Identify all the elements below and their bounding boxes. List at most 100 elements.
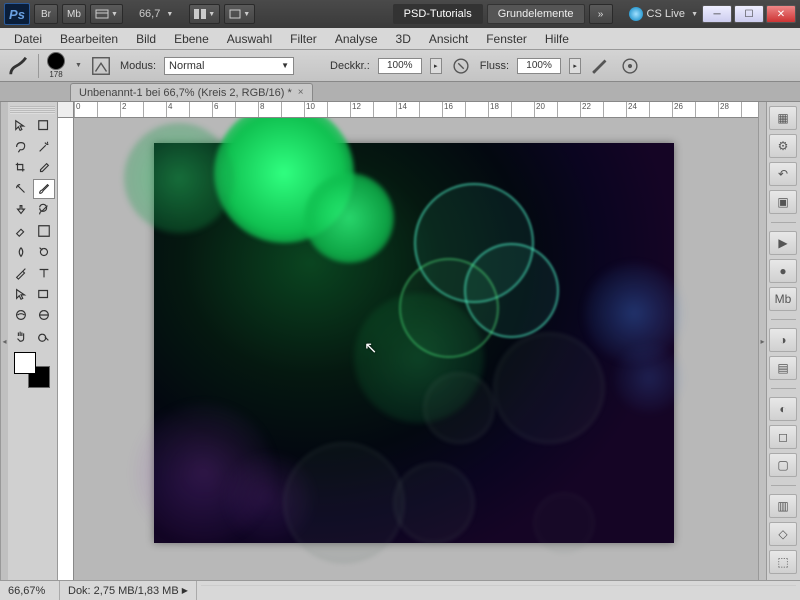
right-dock-collapse[interactable]: ▸ bbox=[758, 102, 766, 580]
tool-dodge[interactable] bbox=[33, 242, 55, 262]
panel-paths[interactable]: ◇ bbox=[769, 522, 797, 546]
view-extras-button[interactable]: ▼ bbox=[90, 4, 123, 24]
color-swatches[interactable] bbox=[14, 352, 50, 388]
ruler-origin[interactable] bbox=[58, 102, 74, 118]
photoshop-logo[interactable]: Ps bbox=[4, 3, 30, 25]
current-tool-icon[interactable] bbox=[8, 55, 30, 77]
panel-layers[interactable]: ▢ bbox=[769, 453, 797, 477]
menu-3d[interactable]: 3D bbox=[388, 30, 419, 48]
ruler-tick bbox=[281, 102, 304, 117]
tool-gradient[interactable] bbox=[33, 221, 55, 241]
panel-actions[interactable]: ▣ bbox=[769, 190, 797, 214]
tool-healing[interactable] bbox=[10, 179, 32, 199]
zoom-level-display[interactable]: 66,7 bbox=[139, 8, 160, 20]
brush-panel-toggle[interactable] bbox=[90, 55, 112, 77]
menu-hilfe[interactable]: Hilfe bbox=[537, 30, 577, 48]
panel-swatches[interactable]: ▤ bbox=[769, 356, 797, 380]
ruler-tick bbox=[649, 102, 672, 117]
application-bar: Ps Br Mb ▼ 66,7▼ ▼ ▼ PSD-Tutorials Grund… bbox=[0, 0, 800, 28]
workspace-psd-tutorials[interactable]: PSD-Tutorials bbox=[393, 4, 483, 24]
opacity-flyout[interactable]: ▸ bbox=[430, 58, 442, 74]
tool-stamp[interactable] bbox=[10, 200, 32, 220]
screen-mode-button[interactable]: ▼ bbox=[224, 4, 255, 24]
menu-auswahl[interactable]: Auswahl bbox=[219, 30, 280, 48]
ruler-tick: 10 bbox=[304, 102, 327, 117]
panel-arrange[interactable]: ▦ bbox=[769, 106, 797, 130]
panel-history[interactable]: ↶ bbox=[769, 162, 797, 186]
panel-brush-presets[interactable]: ● bbox=[769, 259, 797, 283]
minibridge-button[interactable]: Mb bbox=[62, 4, 86, 24]
close-tab-icon[interactable]: × bbox=[298, 87, 304, 98]
left-dock-collapse[interactable]: ◂ bbox=[0, 102, 8, 580]
tools-panel bbox=[8, 102, 58, 580]
bridge-button[interactable]: Br bbox=[34, 4, 58, 24]
tool-zoom[interactable] bbox=[33, 326, 55, 346]
tool-magic-wand[interactable] bbox=[33, 137, 55, 157]
tool-path-select[interactable] bbox=[10, 284, 32, 304]
flow-input[interactable]: 100% bbox=[517, 58, 561, 74]
window-maximize-button[interactable]: ☐ bbox=[734, 5, 764, 23]
menu-fenster[interactable]: Fenster bbox=[478, 30, 535, 48]
status-zoom[interactable]: 66,67% bbox=[0, 581, 60, 600]
tool-blur[interactable] bbox=[10, 242, 32, 262]
document-tab[interactable]: Unbenannt-1 bei 66,7% (Kreis 2, RGB/16) … bbox=[70, 83, 313, 101]
cs-live-button[interactable]: CS Live▼ bbox=[629, 7, 698, 21]
workspace-grundelemente[interactable]: Grundelemente bbox=[487, 4, 585, 24]
menu-ansicht[interactable]: Ansicht bbox=[421, 30, 476, 48]
window-minimize-button[interactable]: ─ bbox=[702, 5, 732, 23]
ruler-tick: 12 bbox=[350, 102, 373, 117]
tool-crop[interactable] bbox=[10, 158, 32, 178]
ruler-tick bbox=[741, 102, 758, 117]
tool-3d-orbit[interactable] bbox=[33, 305, 55, 325]
tool-rect-marquee[interactable] bbox=[33, 116, 55, 136]
tool-history-brush[interactable] bbox=[33, 200, 55, 220]
menu-bar: Datei Bearbeiten Bild Ebene Auswahl Filt… bbox=[0, 28, 800, 50]
panel-play[interactable]: ▶ bbox=[769, 231, 797, 255]
tool-hand[interactable] bbox=[10, 326, 32, 346]
workspace-more-button[interactable]: » bbox=[589, 4, 613, 24]
ruler-tick: 20 bbox=[534, 102, 557, 117]
panel-3d[interactable]: ⬚ bbox=[769, 550, 797, 574]
opacity-pressure-toggle[interactable] bbox=[450, 55, 472, 77]
tool-pen[interactable] bbox=[10, 263, 32, 283]
tools-panel-grip[interactable] bbox=[10, 106, 55, 114]
opacity-input[interactable]: 100% bbox=[378, 58, 422, 74]
horizontal-ruler[interactable]: 024681012141618202224262830 bbox=[74, 102, 758, 118]
flow-flyout[interactable]: ▸ bbox=[569, 58, 581, 74]
menu-datei[interactable]: Datei bbox=[6, 30, 50, 48]
tool-3d-rotate[interactable] bbox=[10, 305, 32, 325]
panel-channels[interactable]: ▥ bbox=[769, 494, 797, 518]
tool-eyedropper[interactable] bbox=[33, 158, 55, 178]
tool-shape[interactable] bbox=[33, 284, 55, 304]
menu-analyse[interactable]: Analyse bbox=[327, 30, 386, 48]
ruler-tick: 6 bbox=[212, 102, 235, 117]
ruler-tick bbox=[695, 102, 718, 117]
blend-mode-select[interactable]: Normal▼ bbox=[164, 57, 294, 75]
tablet-pressure-toggle[interactable] bbox=[619, 55, 641, 77]
menu-ebene[interactable]: Ebene bbox=[166, 30, 217, 48]
panel-extensions[interactable]: ⚙ bbox=[769, 134, 797, 158]
menu-bild[interactable]: Bild bbox=[128, 30, 164, 48]
airbrush-toggle[interactable] bbox=[589, 55, 611, 77]
panel-masks[interactable]: ◻ bbox=[769, 425, 797, 449]
horizontal-scrollbar[interactable] bbox=[201, 585, 796, 597]
vertical-ruler[interactable] bbox=[58, 118, 74, 580]
menu-bearbeiten[interactable]: Bearbeiten bbox=[52, 30, 126, 48]
tool-move[interactable] bbox=[10, 116, 32, 136]
window-close-button[interactable]: ✕ bbox=[766, 5, 796, 23]
menu-filter[interactable]: Filter bbox=[282, 30, 325, 48]
arrange-docs-button[interactable]: ▼ bbox=[189, 4, 220, 24]
canvas-area: 024681012141618202224262830 bbox=[58, 102, 758, 580]
brush-preset-picker[interactable]: 178 bbox=[47, 52, 65, 79]
panel-color[interactable]: ◑ bbox=[769, 328, 797, 352]
foreground-color[interactable] bbox=[14, 352, 36, 374]
tool-lasso[interactable] bbox=[10, 137, 32, 157]
ruler-tick bbox=[419, 102, 442, 117]
tool-type[interactable] bbox=[33, 263, 55, 283]
tool-eraser[interactable] bbox=[10, 221, 32, 241]
tool-brush[interactable] bbox=[33, 179, 55, 199]
status-doc-info[interactable]: Dok: 2,75 MB/1,83 MB ▶ bbox=[60, 581, 197, 600]
document-canvas[interactable]: ↖ bbox=[154, 143, 674, 543]
panel-adjustments[interactable]: ◐ bbox=[769, 397, 797, 421]
panel-mini-bridge[interactable]: Mb bbox=[769, 287, 797, 311]
